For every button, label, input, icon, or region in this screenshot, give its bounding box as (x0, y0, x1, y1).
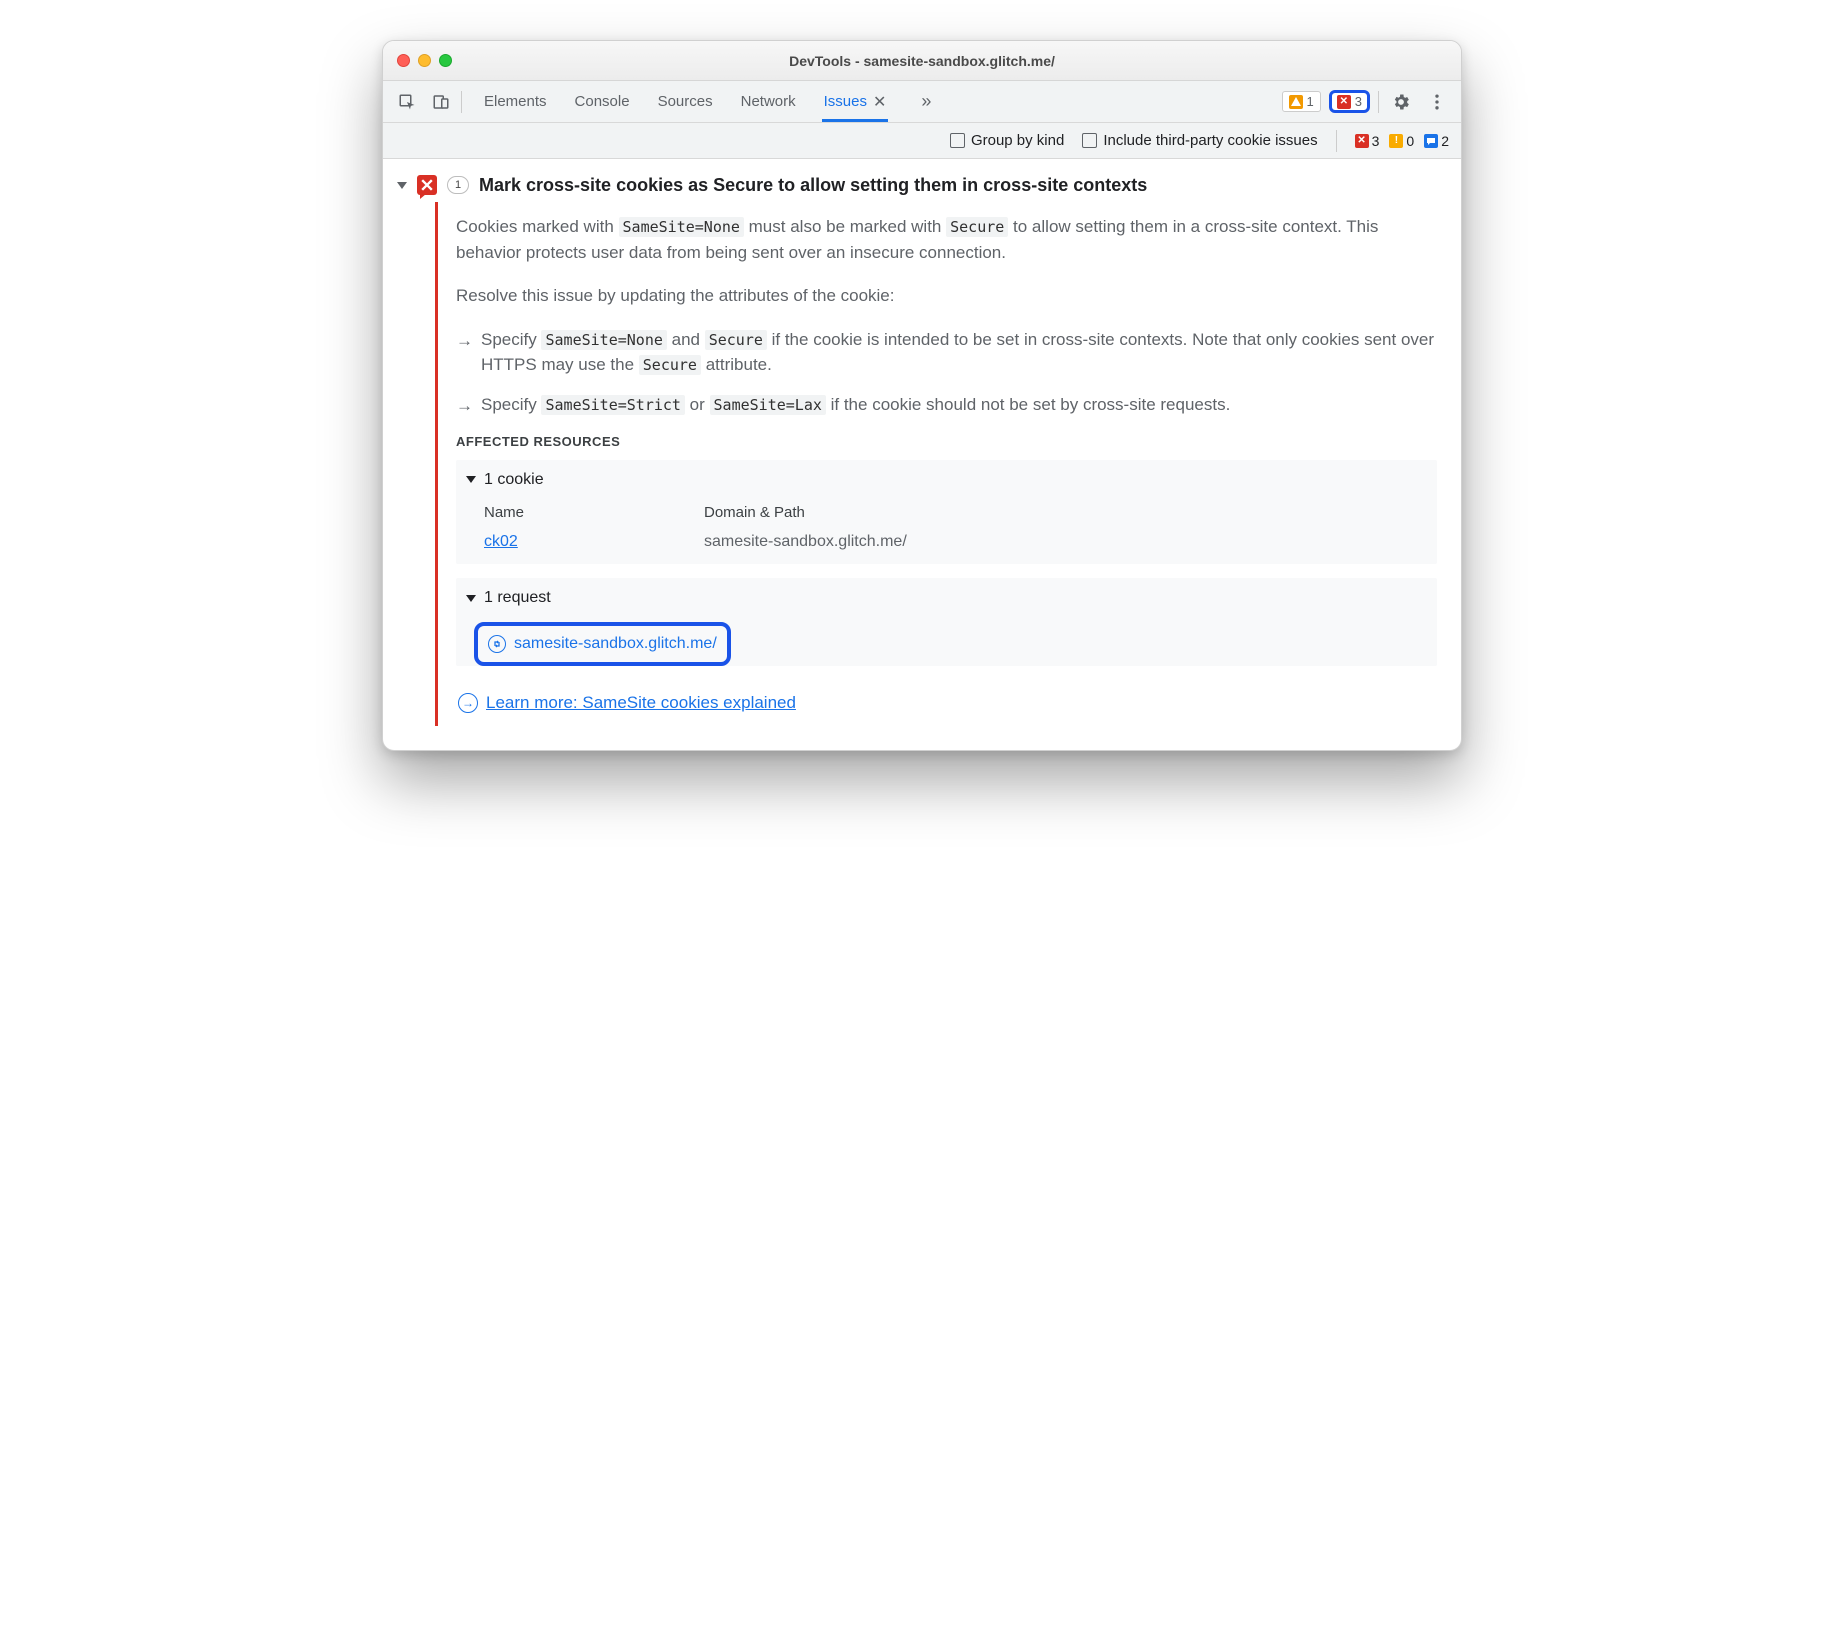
issues-options-bar: Group by kind Include third-party cookie… (383, 123, 1461, 159)
issue-description: Cookies marked with SameSite=None must a… (456, 214, 1437, 265)
cookies-table: Name Domain & Path ck02 samesite-sandbox… (456, 500, 1437, 565)
checkbox-icon (950, 133, 965, 148)
code-secure: Secure (946, 217, 1008, 237)
col-name: Name (484, 502, 644, 525)
close-tab-icon[interactable]: ✕ (873, 92, 886, 112)
warning-icon (1289, 95, 1303, 109)
divider (461, 91, 462, 113)
warnings-badge[interactable]: 1 (1282, 91, 1321, 112)
window-title: DevTools - samesite-sandbox.glitch.me/ (383, 53, 1461, 69)
warnings-count: 1 (1307, 94, 1314, 109)
tab-sources[interactable]: Sources (656, 83, 715, 120)
settings-icon[interactable] (1387, 88, 1415, 116)
code-samesite-lax: SameSite=Lax (710, 395, 826, 415)
tab-network[interactable]: Network (739, 83, 798, 120)
errors-count: 3 (1355, 94, 1362, 109)
network-icon (488, 635, 506, 653)
error-count-badge[interactable]: ✕ 3 (1355, 133, 1380, 149)
cookie-name-link[interactable]: ck02 (484, 530, 644, 554)
tabbar-status: 1 ✕ 3 (1282, 88, 1451, 116)
group-by-kind-label: Group by kind (971, 132, 1064, 149)
devtools-window: DevTools - samesite-sandbox.glitch.me/ E… (382, 40, 1462, 751)
more-options-icon[interactable] (1423, 88, 1451, 116)
affected-resources-heading: AFFECTED RESOURCES (456, 432, 1437, 452)
requests-toggle[interactable]: 1 request (456, 578, 1437, 618)
learn-more-text: Learn more: SameSite cookies explained (486, 690, 796, 716)
issue-title: Mark cross-site cookies as Secure to all… (479, 175, 1147, 196)
error-bubble-icon (417, 175, 437, 195)
request-url: samesite-sandbox.glitch.me/ (514, 632, 717, 656)
affected-requests-block: 1 request samesite-sandbox.glitch.me/ (456, 578, 1437, 666)
window-titlebar: DevTools - samesite-sandbox.glitch.me/ (383, 41, 1461, 81)
devtools-tabbar: Elements Console Sources Network Issues … (383, 81, 1461, 123)
device-toolbar-icon[interactable] (427, 88, 455, 116)
issue-bullet: → Specify SameSite=None and Secure if th… (456, 327, 1437, 378)
group-by-kind-checkbox[interactable]: Group by kind (950, 132, 1064, 149)
tab-issues[interactable]: Issues ✕ (822, 82, 889, 122)
error-icon: ✕ (1355, 134, 1369, 148)
col-domain-path: Domain & Path (704, 502, 805, 525)
errors-badge[interactable]: ✕ 3 (1329, 90, 1370, 113)
issue-header-row[interactable]: 1 Mark cross-site cookies as Secure to a… (393, 169, 1451, 202)
table-row: ck02 samesite-sandbox.glitch.me/ (484, 530, 1427, 554)
learn-more-link[interactable]: → Learn more: SameSite cookies explained (456, 680, 1437, 720)
code-samesite-strict: SameSite=Strict (541, 395, 684, 415)
error-icon: ✕ (1337, 95, 1351, 109)
issue-counts: ✕ 3 ! 0 2 (1355, 133, 1449, 149)
more-tabs-icon[interactable]: » (912, 88, 940, 116)
cookies-toggle[interactable]: 1 cookie (456, 460, 1437, 500)
chevron-down-icon (466, 476, 476, 483)
tab-list: Elements Console Sources Network Issues … (482, 82, 1276, 122)
external-link-icon: → (458, 693, 478, 713)
issues-panel: 1 Mark cross-site cookies as Secure to a… (383, 159, 1461, 750)
divider (1378, 91, 1379, 113)
third-party-checkbox[interactable]: Include third-party cookie issues (1082, 132, 1317, 149)
affected-cookies-block: 1 cookie Name Domain & Path ck02 samesit… (456, 460, 1437, 565)
issue-resolve-intro: Resolve this issue by updating the attri… (456, 283, 1437, 309)
cookie-domain: samesite-sandbox.glitch.me/ (704, 530, 907, 554)
cookies-count-label: 1 cookie (484, 468, 544, 492)
third-party-label: Include third-party cookie issues (1103, 132, 1317, 149)
tab-elements[interactable]: Elements (482, 83, 549, 120)
expand-icon[interactable] (397, 182, 407, 189)
tab-issues-label: Issues (824, 93, 867, 110)
issue-count-pill: 1 (447, 176, 469, 194)
inspect-element-icon[interactable] (393, 88, 421, 116)
info-icon: ! (1389, 134, 1403, 148)
code-samesite-none: SameSite=None (619, 217, 744, 237)
arrow-icon: → (456, 393, 473, 419)
issue-body: Cookies marked with SameSite=None must a… (435, 202, 1451, 726)
message-icon (1424, 134, 1438, 148)
message-count-badge[interactable]: 2 (1424, 133, 1449, 149)
table-header: Name Domain & Path (484, 502, 1427, 525)
request-link[interactable]: samesite-sandbox.glitch.me/ (474, 622, 731, 666)
issue-bullet: → Specify SameSite=Strict or SameSite=La… (456, 392, 1437, 419)
info-count-badge[interactable]: ! 0 (1389, 133, 1414, 149)
chevron-down-icon (466, 595, 476, 602)
arrow-icon: → (456, 328, 473, 378)
tab-console[interactable]: Console (573, 83, 632, 120)
divider (1336, 130, 1337, 152)
checkbox-icon (1082, 133, 1097, 148)
requests-count-label: 1 request (484, 586, 551, 610)
